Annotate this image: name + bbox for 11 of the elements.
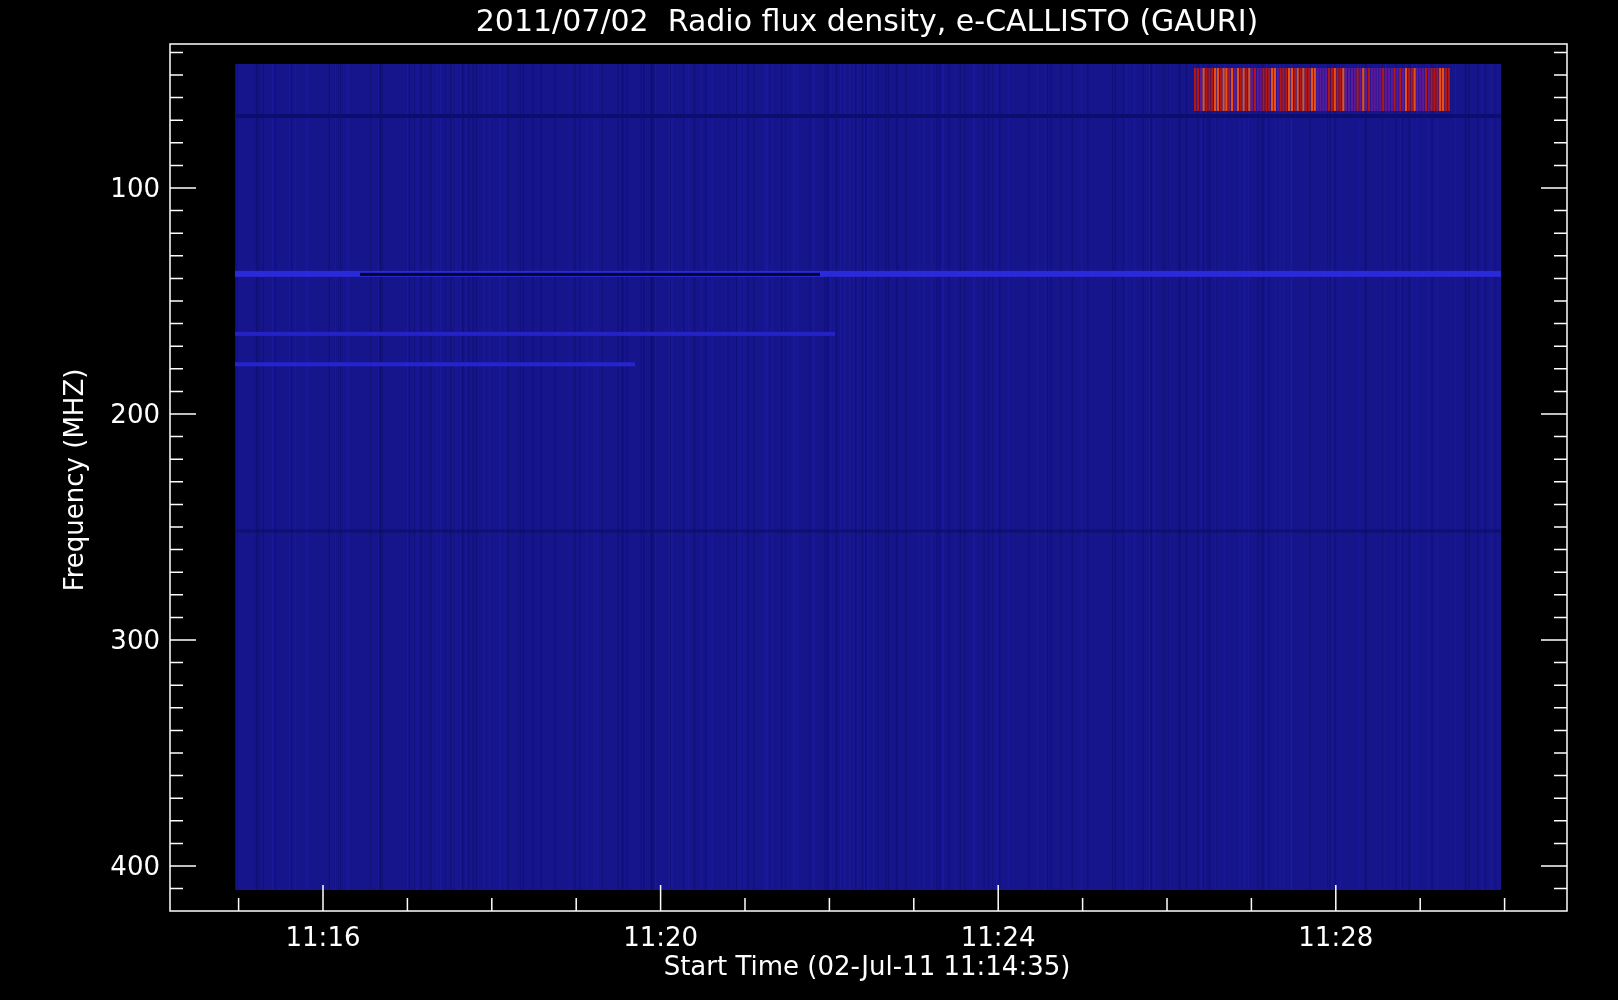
axis-title: Frequency (MHZ): [59, 368, 89, 592]
axis-tick-label: 300: [110, 625, 160, 655]
axis-tick-label: 11:24: [960, 922, 1036, 952]
axis-tick-label: 11:20: [623, 922, 699, 952]
axis-tick-label: 400: [110, 851, 160, 881]
axis-tick-label: 11:28: [1298, 922, 1374, 952]
axis-tick-label: 11:16: [285, 922, 361, 952]
axis-title: Start Time (02-Jul-11 11:14:35): [663, 951, 1071, 981]
axis-tick-label: 200: [110, 399, 160, 429]
axis-tick-label: 100: [110, 173, 160, 203]
chart-title: 2011/07/02 Radio flux density, e-CALLISTO (GAURI): [475, 3, 1259, 38]
